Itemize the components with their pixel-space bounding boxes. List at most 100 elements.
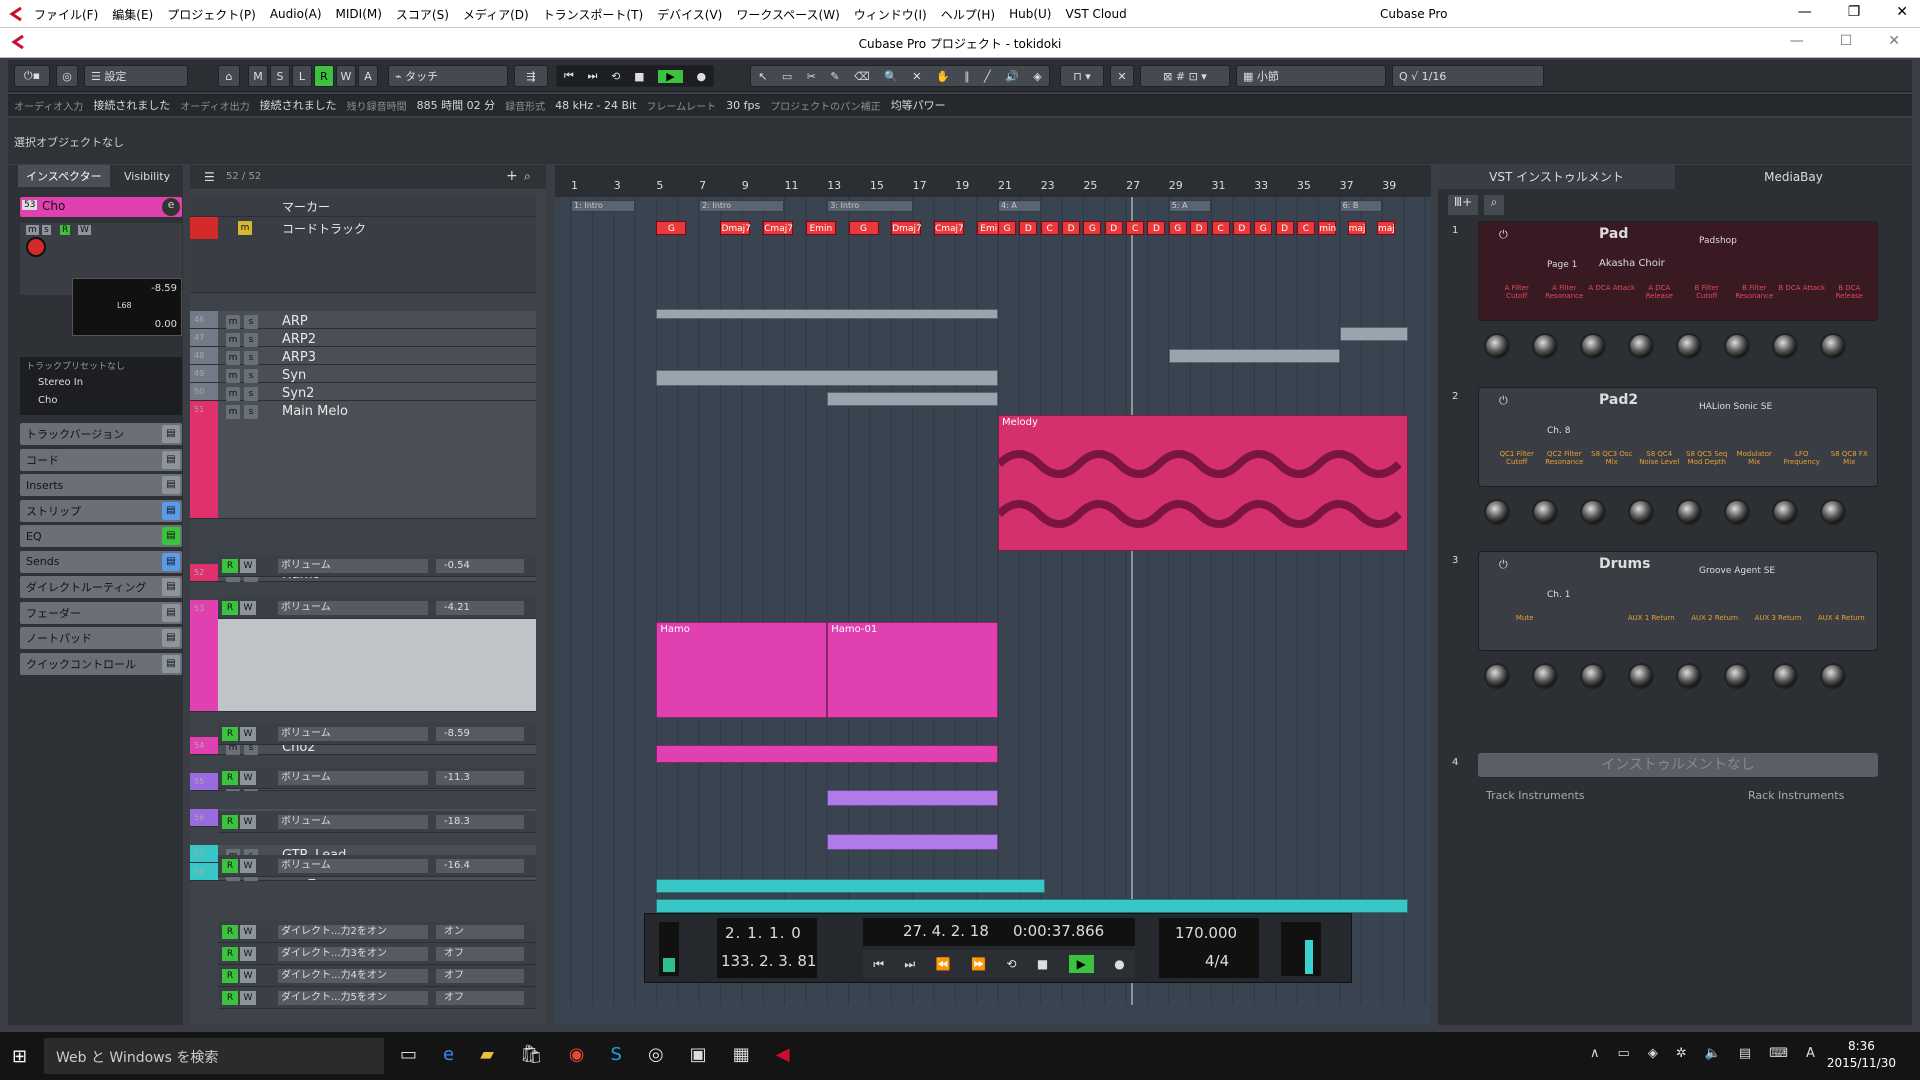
menu-item[interactable]: Hub(U) bbox=[1009, 7, 1051, 21]
inspector-section[interactable]: ノートパッド ▤ bbox=[20, 627, 182, 649]
chord-event[interactable]: G bbox=[1168, 221, 1187, 235]
chord-event[interactable]: G bbox=[848, 221, 879, 235]
write-button[interactable]: W bbox=[240, 991, 256, 1005]
output-routing[interactable]: Cho bbox=[38, 395, 57, 406]
inspector-section[interactable]: トラックバージョン ▤ bbox=[20, 423, 182, 445]
quick-control-knob[interactable] bbox=[1724, 499, 1750, 525]
automation-param[interactable]: ダイレクト...力2をオン bbox=[278, 925, 428, 939]
search-icon[interactable]: ⌕ bbox=[1484, 195, 1504, 215]
read-button[interactable]: R bbox=[60, 225, 71, 235]
menu-item[interactable]: Audio(A) bbox=[270, 7, 322, 21]
chord-event[interactable]: D bbox=[1147, 221, 1166, 235]
read-button[interactable]: R bbox=[222, 727, 238, 741]
play-tool-icon[interactable]: 🔊 bbox=[1005, 70, 1019, 83]
secondary-time[interactable]: 0:00:37.866 bbox=[1013, 922, 1104, 940]
chord-event[interactable]: G bbox=[656, 221, 687, 235]
quantize-select[interactable]: Q √ 1/16 bbox=[1392, 65, 1544, 87]
solo-all-button[interactable]: S bbox=[270, 65, 290, 87]
comp-tool-icon[interactable]: ∥ bbox=[964, 70, 970, 83]
grid-type-select[interactable]: ▦ 小節 bbox=[1236, 65, 1386, 87]
automation-param[interactable]: ボリューム bbox=[278, 727, 428, 741]
chord-event[interactable]: Dmaj7 bbox=[720, 221, 751, 235]
section-toggle-icon[interactable]: ▤ bbox=[162, 501, 180, 520]
automation-lane[interactable]: R W ボリューム -16.4 bbox=[218, 855, 536, 877]
marker-event[interactable]: 1: Intro bbox=[571, 200, 636, 212]
chord-mute-button[interactable]: m bbox=[238, 221, 252, 235]
media-icon[interactable]: ◎ bbox=[648, 1044, 664, 1065]
automation-param[interactable]: ボリューム bbox=[278, 815, 428, 829]
chord-event[interactable]: min bbox=[1318, 221, 1337, 235]
inspector-section[interactable]: クイックコントロール ▤ bbox=[20, 652, 182, 675]
skype-icon[interactable]: S bbox=[611, 1044, 622, 1065]
line-tool-icon[interactable]: ╱ bbox=[984, 70, 991, 83]
forward-icon[interactable]: ⏩ bbox=[971, 957, 986, 971]
task-view-icon[interactable]: ▭ bbox=[400, 1044, 417, 1065]
hamo2-part[interactable] bbox=[827, 834, 998, 850]
maximize-icon[interactable]: ☐ bbox=[1840, 33, 1853, 49]
section-toggle-icon[interactable]: ▤ bbox=[162, 425, 180, 443]
home-icon[interactable]: ⌂ bbox=[218, 65, 240, 87]
marker-event[interactable]: 6: B bbox=[1339, 200, 1383, 212]
left-locator[interactable]: 2. 1. 1. 0 bbox=[725, 924, 802, 942]
quick-control-knob[interactable] bbox=[1580, 333, 1606, 359]
menu-item[interactable]: プロジェクト(P) bbox=[167, 6, 256, 23]
goto-end-icon[interactable]: ⏭ bbox=[588, 69, 598, 83]
chord-event[interactable]: D bbox=[1019, 221, 1038, 235]
write-all-button[interactable]: W bbox=[336, 65, 356, 87]
section-toggle-icon[interactable]: ▤ bbox=[162, 629, 180, 647]
pinned-app-icon[interactable]: ▦ bbox=[733, 1044, 750, 1065]
automation-lane[interactable]: R W ボリューム -8.59 bbox=[218, 723, 536, 745]
track-row[interactable]: 49 m s Syn bbox=[190, 365, 536, 383]
automation-value[interactable]: -0.54 bbox=[436, 559, 524, 573]
inspector-section[interactable]: ストリップ ▤ bbox=[20, 499, 182, 522]
chord-event[interactable]: D bbox=[1232, 221, 1251, 235]
chord-event[interactable]: Cmaj7 bbox=[933, 221, 964, 235]
stop-icon[interactable]: ■ bbox=[634, 70, 644, 83]
read-button[interactable]: R bbox=[222, 559, 238, 573]
quick-control-knob[interactable] bbox=[1484, 499, 1510, 525]
close-icon[interactable]: ✕ bbox=[1896, 4, 1908, 20]
chord-event[interactable]: D bbox=[1062, 221, 1081, 235]
tray-app-icon[interactable]: ◈ bbox=[1648, 1046, 1658, 1061]
gtr-l-part[interactable] bbox=[656, 899, 1408, 913]
automation-mode-select[interactable]: ⌁ タッチ bbox=[388, 65, 508, 87]
framerate-value[interactable]: 30 fps bbox=[726, 99, 760, 112]
marker-event[interactable]: 4: A bbox=[998, 200, 1041, 212]
range-tool-icon[interactable]: ▭ bbox=[782, 70, 792, 83]
menu-item[interactable]: MIDI(M) bbox=[336, 7, 382, 21]
play-icon[interactable]: ▶ bbox=[658, 69, 683, 83]
minimize-icon[interactable]: — bbox=[1790, 33, 1804, 49]
track-row[interactable]: 47 m s ARP2 bbox=[190, 329, 536, 347]
inspector-section[interactable]: EQ ▤ bbox=[20, 525, 182, 547]
hamo1-part[interactable] bbox=[827, 790, 998, 806]
play-icon[interactable]: ▶ bbox=[1068, 955, 1094, 973]
empty-instrument-slot[interactable]: インストゥルメントなし bbox=[1478, 753, 1878, 777]
syn2-part[interactable] bbox=[827, 392, 998, 406]
chord-event[interactable]: Dmaj7 bbox=[891, 221, 922, 235]
chord-event[interactable]: C bbox=[1296, 221, 1315, 235]
tray-app2-icon[interactable]: ✲ bbox=[1676, 1046, 1687, 1061]
track-row[interactable]: 50 m s Syn2 bbox=[190, 383, 536, 401]
chord-event[interactable]: D bbox=[1190, 221, 1209, 235]
marker-event[interactable]: 3: Intro bbox=[827, 200, 913, 212]
section-toggle-icon[interactable]: ▤ bbox=[162, 654, 180, 673]
section-toggle-icon[interactable]: ▤ bbox=[162, 527, 180, 545]
goto-end-icon[interactable]: ⏭ bbox=[904, 957, 915, 972]
read-all-button[interactable]: R bbox=[314, 65, 334, 87]
automation-value[interactable]: オフ bbox=[436, 947, 524, 961]
tempo-value[interactable]: 170.000 bbox=[1175, 924, 1237, 942]
track-row[interactable]: 48 m s ARP3 bbox=[190, 347, 536, 365]
object-select-tool-icon[interactable]: ↖ bbox=[758, 70, 767, 83]
add-instrument-icon[interactable]: Ⅲ+ bbox=[1448, 195, 1478, 215]
read-button[interactable]: R bbox=[222, 771, 238, 785]
quick-control-knob[interactable] bbox=[1628, 333, 1654, 359]
tab-inspector[interactable]: インスペクター bbox=[18, 165, 110, 187]
read-button[interactable]: R bbox=[222, 925, 238, 939]
menu-item[interactable]: ウィンドウ(I) bbox=[854, 6, 927, 23]
erase-tool-icon[interactable]: ⌫ bbox=[854, 70, 870, 83]
read-button[interactable]: R bbox=[222, 947, 238, 961]
taskbar-search[interactable]: Web と Windows を検索 bbox=[44, 1038, 384, 1074]
record-icon[interactable]: ● bbox=[696, 70, 706, 83]
inspector-section[interactable]: フェーダー ▤ bbox=[20, 601, 182, 624]
taskbar-clock[interactable]: 8:36 2015/11/30 bbox=[1827, 1038, 1896, 1072]
